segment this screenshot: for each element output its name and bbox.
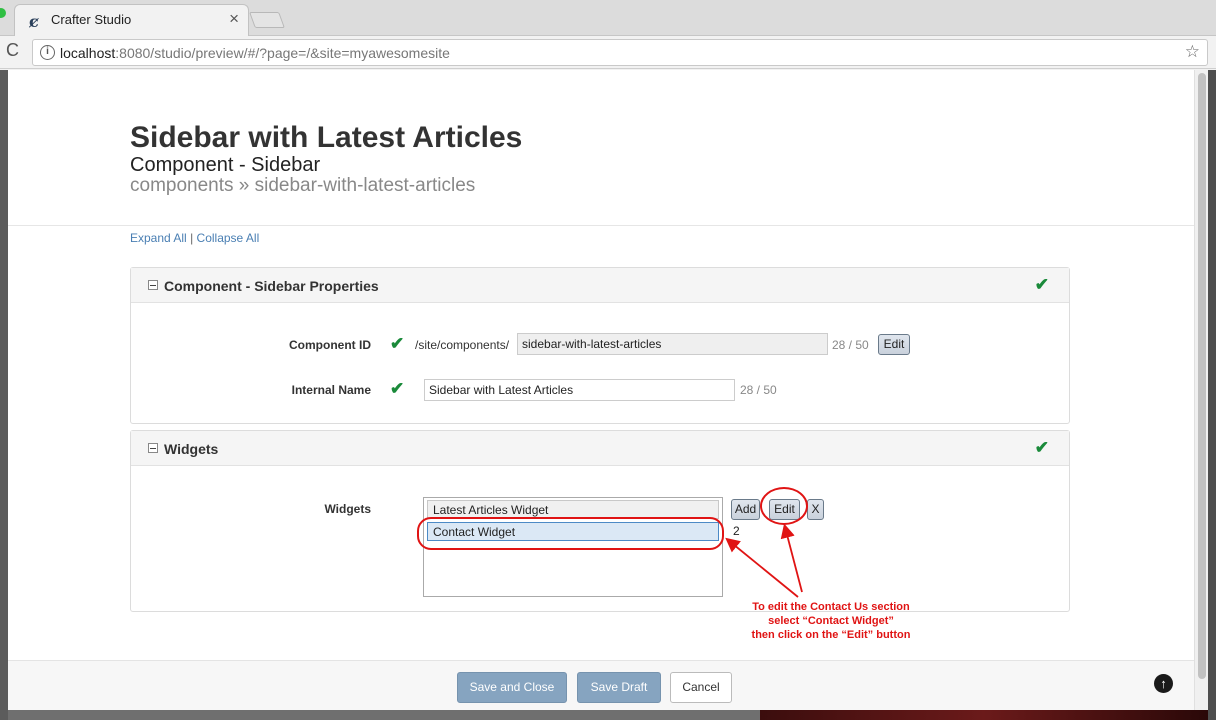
- annotation-text: To edit the Contact Us section select “C…: [721, 600, 941, 642]
- valid-check-icon: ✔: [1034, 275, 1049, 294]
- widgets-section: Widgets ✔ Widgets Latest Articles Widget…: [130, 430, 1070, 641]
- edit-form-dialog: Sidebar with Latest Articles Component -…: [8, 70, 1194, 710]
- bookmark-star-icon[interactable]: ☆: [1185, 42, 1200, 62]
- section-title: Component - Sidebar Properties: [164, 278, 379, 294]
- internal-name-field[interactable]: Sidebar with Latest Articles: [424, 379, 735, 401]
- annotation-line-2: select “Contact Widget”: [768, 615, 894, 627]
- component-id-counter: 28 / 50: [832, 338, 869, 352]
- browser-tab[interactable]: ȼ Crafter Studio ×: [14, 4, 249, 37]
- expand-collapse-links: Expand All | Collapse All: [130, 231, 259, 245]
- internal-name-counter: 28 / 50: [740, 383, 777, 397]
- widgets-count: 2: [733, 524, 740, 538]
- browser-tab-bar: ȼ Crafter Studio ×: [0, 0, 1216, 37]
- scrollbar-thumb[interactable]: [1198, 73, 1206, 679]
- internal-name-label: Internal Name: [291, 383, 371, 397]
- cancel-button[interactable]: Cancel: [670, 672, 732, 703]
- properties-section-header[interactable]: Component - Sidebar Properties ✔: [131, 268, 1069, 303]
- component-id-field[interactable]: sidebar-with-latest-articles: [517, 333, 828, 355]
- tab-title: Crafter Studio: [51, 12, 132, 27]
- add-widget-button[interactable]: Add: [731, 499, 760, 520]
- breadcrumb: components » sidebar-with-latest-article…: [130, 175, 476, 196]
- save-draft-button[interactable]: Save Draft: [577, 672, 661, 703]
- info-icon[interactable]: i: [40, 45, 55, 60]
- annotation-line-3: then click on the “Edit” button: [751, 629, 911, 641]
- highlight-oval: [417, 517, 724, 550]
- valid-check-icon: ✔: [1034, 438, 1049, 457]
- page-viewport: Sidebar with Latest Articles Component -…: [0, 70, 1216, 720]
- link-separator: |: [190, 231, 194, 245]
- valid-check-icon: ✔: [390, 379, 405, 398]
- background-page-right: [1208, 70, 1216, 720]
- reload-icon[interactable]: C: [6, 40, 19, 61]
- collapse-icon[interactable]: [148, 280, 158, 290]
- background-page: [0, 70, 8, 720]
- component-id-edit-button[interactable]: Edit: [878, 334, 910, 355]
- component-id-label: Component ID: [289, 338, 371, 352]
- dialog-header: Sidebar with Latest Articles Component -…: [8, 70, 1194, 226]
- scroll-to-top-icon[interactable]: ↑: [1154, 674, 1173, 693]
- url-text: localhost:8080/studio/preview/#/?page=/&…: [60, 45, 450, 61]
- expand-all-link[interactable]: Expand All: [130, 231, 187, 245]
- address-bar: C i localhost:8080/studio/preview/#/?pag…: [0, 36, 1216, 69]
- url-host: localhost: [60, 45, 116, 61]
- remove-widget-button[interactable]: X: [807, 499, 824, 520]
- component-id-prefix: /site/components/: [415, 338, 510, 352]
- section-title: Widgets: [164, 441, 219, 457]
- url-input[interactable]: i localhost:8080/studio/preview/#/?page=…: [32, 39, 1208, 66]
- save-and-close-button[interactable]: Save and Close: [457, 672, 567, 703]
- collapse-icon[interactable]: [148, 443, 158, 453]
- dialog-scrollbar[interactable]: [1194, 70, 1208, 710]
- widgets-section-header[interactable]: Widgets ✔: [131, 431, 1069, 466]
- url-path: :8080/studio/preview/#/?page=/&site=myaw…: [115, 45, 450, 61]
- properties-section: Component - Sidebar Properties ✔ Compone…: [130, 267, 1070, 424]
- collapse-all-link[interactable]: Collapse All: [197, 231, 260, 245]
- close-icon[interactable]: ×: [229, 9, 239, 29]
- window-maximize-button[interactable]: [0, 8, 6, 18]
- annotation-line-1: To edit the Contact Us section: [752, 601, 910, 613]
- highlight-circle: [760, 487, 808, 525]
- valid-check-icon: ✔: [390, 334, 405, 353]
- new-tab-button[interactable]: [249, 12, 285, 28]
- content-type-label: Component - Sidebar: [130, 154, 321, 176]
- crafter-logo-icon: ȼ: [29, 12, 39, 31]
- dialog-footer: Save and Close Save Draft Cancel ↑: [8, 660, 1194, 710]
- widgets-label: Widgets: [324, 502, 371, 516]
- page-title: Sidebar with Latest Articles: [130, 121, 523, 154]
